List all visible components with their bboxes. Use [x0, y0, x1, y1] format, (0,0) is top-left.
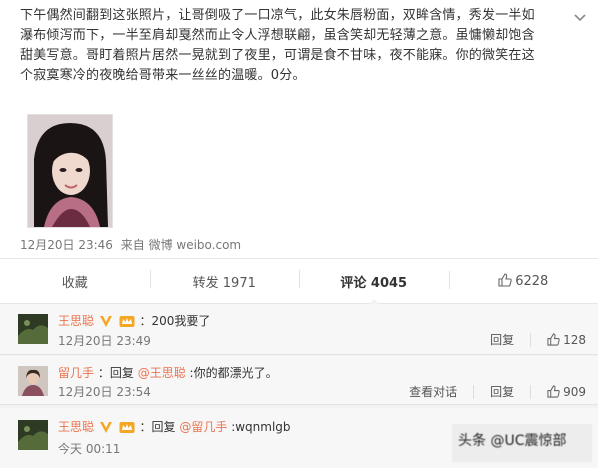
comment-like-count: 128 [563, 332, 586, 347]
avatar[interactable] [18, 420, 48, 450]
comment-button[interactable]: 评论 4045 [299, 269, 449, 305]
comment-like-count: 909 [563, 384, 586, 399]
weibo-post: 下午偶然间翻到这张照片，让哥倒吸了一口凉气，此女朱唇粉面，双眸含情，秀发一半如 … [0, 0, 598, 258]
like-count: 6228 [515, 274, 549, 289]
comment-text: :你的都漂光了。 [189, 366, 278, 380]
reply-button[interactable]: 回复 [490, 331, 514, 348]
comment-item: 王思聪 ：200我要了 12月20日 23:49 回复 128 [0, 304, 598, 355]
comment-time: 12月20日 23:54 [58, 385, 151, 399]
post-photo[interactable] [27, 114, 113, 228]
thumbs-up-icon [547, 332, 560, 346]
collect-button[interactable]: 收藏 [0, 272, 150, 291]
comment-text: ：200我要了 [139, 314, 211, 328]
comment-author[interactable]: 留几手 [58, 366, 94, 380]
comment-author[interactable]: 王思聪 [58, 420, 94, 434]
divider [473, 384, 475, 399]
comment-actions: 回复 128 [490, 331, 586, 348]
divider [530, 384, 532, 399]
post-text: 下午偶然间翻到这张照片，让哥倒吸了一口凉气，此女朱唇粉面，双眸含情，秀发一半如 … [20, 8, 535, 83]
comment-actions: 查看对话 回复 909 [409, 383, 586, 400]
thumbs-up-icon [498, 273, 512, 287]
reply-prefix: ：回复 [139, 420, 176, 434]
repost-button[interactable]: 转发 1971 [149, 269, 300, 291]
comment-time: 今天 00:11 [58, 442, 121, 456]
like-button[interactable]: 6228 [448, 271, 598, 289]
verified-v-icon [99, 316, 112, 327]
comment-author[interactable]: 王思聪 [58, 314, 94, 328]
mention-link[interactable]: @王思聪 [138, 366, 186, 380]
post-meta: 12月20日 23:46 来自 微博 weibo.com [20, 236, 241, 253]
avatar-image [18, 366, 48, 396]
comment-line: 王思聪 ：回复 @留几手 :wqnmlgb [58, 418, 291, 435]
mention-link[interactable]: @留几手 [179, 420, 227, 434]
vip-crown-icon [119, 422, 135, 433]
watermark: 头条 @UC震惊部 [452, 424, 592, 462]
comment-line: 王思聪 ：200我要了 [58, 312, 210, 329]
comment-like-button[interactable]: 909 [547, 385, 586, 399]
reply-prefix: ：回复 [97, 366, 134, 380]
chevron-down-icon[interactable] [572, 10, 588, 26]
avatar[interactable] [18, 314, 48, 344]
divider [530, 332, 532, 347]
post-source[interactable]: 来自 微博 weibo.com [121, 238, 241, 252]
post-time[interactable]: 12月20日 23:46 [20, 238, 113, 252]
comment-text: :wqnmlgb [231, 420, 291, 434]
comment-time: 12月20日 23:49 [58, 334, 151, 348]
post-action-bar: 收藏 转发 1971 评论 4045 6228 [0, 258, 598, 305]
comment-like-button[interactable]: 128 [547, 333, 586, 347]
verified-v-icon [99, 422, 112, 433]
reply-button[interactable]: 回复 [490, 383, 514, 400]
view-conversation-button[interactable]: 查看对话 [409, 383, 457, 400]
vip-crown-icon [119, 316, 135, 327]
avatar-image [18, 314, 48, 344]
avatar-image [18, 420, 48, 450]
comment-item: 留几手 ：回复 @王思聪 :你的都漂光了。 12月20日 23:54 查看对话 … [0, 356, 598, 405]
comment-line: 留几手 ：回复 @王思聪 :你的都漂光了。 [58, 364, 278, 381]
thumbs-up-icon [547, 384, 560, 398]
avatar[interactable] [18, 366, 48, 396]
portrait-image [28, 115, 112, 227]
